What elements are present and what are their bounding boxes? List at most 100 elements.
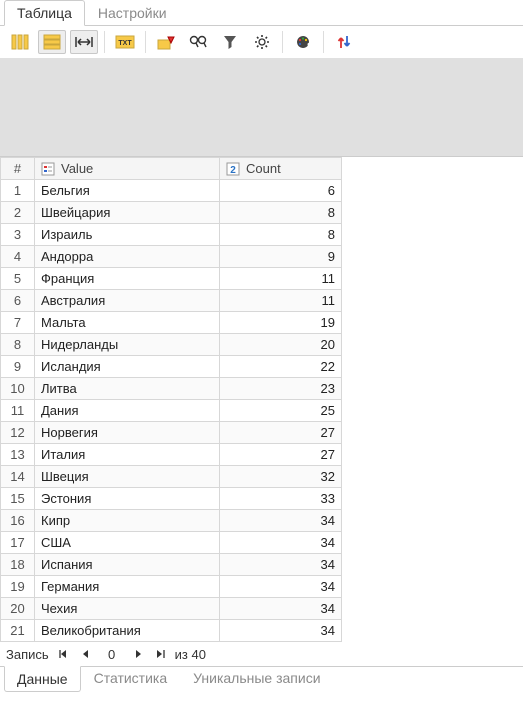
bottom-tab-unique[interactable]: Уникальные записи bbox=[180, 666, 333, 692]
string-column-icon bbox=[41, 162, 55, 176]
cell-index: 9 bbox=[1, 356, 35, 378]
header-value-label: Value bbox=[61, 161, 93, 176]
cell-value: Бельгия bbox=[35, 180, 220, 202]
pager-first-icon[interactable] bbox=[55, 646, 71, 662]
bottom-tabs: Данные Статистика Уникальные записи bbox=[0, 666, 523, 692]
change-type-icon[interactable] bbox=[152, 30, 180, 54]
cell-count: 33 bbox=[220, 488, 342, 510]
cell-count: 34 bbox=[220, 510, 342, 532]
cell-value: Исландия bbox=[35, 356, 220, 378]
table-row[interactable]: 6Австралия11 bbox=[1, 290, 342, 312]
cell-value: Норвегия bbox=[35, 422, 220, 444]
svg-text:TXT: TXT bbox=[118, 40, 132, 47]
pager-total: из 40 bbox=[175, 647, 206, 662]
cell-value: Германия bbox=[35, 576, 220, 598]
cell-value: Чехия bbox=[35, 598, 220, 620]
svg-text:2: 2 bbox=[230, 165, 236, 176]
drop-panel bbox=[0, 59, 523, 157]
table-row[interactable]: 10Литва23 bbox=[1, 378, 342, 400]
cell-index: 7 bbox=[1, 312, 35, 334]
cell-value: Испания bbox=[35, 554, 220, 576]
table-row[interactable]: 19Германия34 bbox=[1, 576, 342, 598]
cell-count: 34 bbox=[220, 598, 342, 620]
table-row[interactable]: 21Великобритания34 bbox=[1, 620, 342, 642]
table-row[interactable]: 5Франция11 bbox=[1, 268, 342, 290]
cell-index: 14 bbox=[1, 466, 35, 488]
table-row[interactable]: 8Нидерланды20 bbox=[1, 334, 342, 356]
cell-count: 34 bbox=[220, 554, 342, 576]
cell-count: 20 bbox=[220, 334, 342, 356]
pager-last-icon[interactable] bbox=[153, 646, 169, 662]
table-row[interactable]: 17США34 bbox=[1, 532, 342, 554]
table-row[interactable]: 16Кипр34 bbox=[1, 510, 342, 532]
table-row[interactable]: 15Эстония33 bbox=[1, 488, 342, 510]
filter-icon[interactable] bbox=[216, 30, 244, 54]
select-columns-icon[interactable] bbox=[6, 30, 34, 54]
cell-index: 8 bbox=[1, 334, 35, 356]
table-row[interactable]: 7Мальта19 bbox=[1, 312, 342, 334]
cell-index: 19 bbox=[1, 576, 35, 598]
top-tabs: Таблица Настройки bbox=[0, 0, 523, 26]
pager-next-icon[interactable] bbox=[131, 646, 147, 662]
bottom-tab-data[interactable]: Данные bbox=[4, 666, 81, 692]
table-row[interactable]: 18Испания34 bbox=[1, 554, 342, 576]
header-index[interactable]: # bbox=[1, 158, 35, 180]
table-row[interactable]: 14Швеция32 bbox=[1, 466, 342, 488]
cell-count: 6 bbox=[220, 180, 342, 202]
pager-prev-icon[interactable] bbox=[77, 646, 93, 662]
sort-icon[interactable] bbox=[330, 30, 358, 54]
cell-value: Израиль bbox=[35, 224, 220, 246]
cell-count: 34 bbox=[220, 576, 342, 598]
cell-count: 11 bbox=[220, 290, 342, 312]
cell-index: 6 bbox=[1, 290, 35, 312]
color-palette-icon[interactable] bbox=[289, 30, 317, 54]
cell-count: 9 bbox=[220, 246, 342, 268]
header-value[interactable]: Value bbox=[35, 158, 220, 180]
tab-settings[interactable]: Настройки bbox=[85, 0, 180, 26]
cell-index: 17 bbox=[1, 532, 35, 554]
table-row[interactable]: 2Швейцария8 bbox=[1, 202, 342, 224]
cell-count: 34 bbox=[220, 532, 342, 554]
cell-index: 12 bbox=[1, 422, 35, 444]
cell-value: Швейцария bbox=[35, 202, 220, 224]
tab-table[interactable]: Таблица bbox=[4, 0, 85, 26]
cell-value: Мальта bbox=[35, 312, 220, 334]
cell-index: 20 bbox=[1, 598, 35, 620]
cell-value: Эстония bbox=[35, 488, 220, 510]
table-row[interactable]: 9Исландия22 bbox=[1, 356, 342, 378]
cell-value: Нидерланды bbox=[35, 334, 220, 356]
cell-index: 10 bbox=[1, 378, 35, 400]
bottom-tab-stats[interactable]: Статистика bbox=[81, 666, 181, 692]
find-icon[interactable] bbox=[184, 30, 212, 54]
cell-index: 18 bbox=[1, 554, 35, 576]
table-row[interactable]: 12Норвегия27 bbox=[1, 422, 342, 444]
text-mode-icon[interactable]: TXT bbox=[111, 30, 139, 54]
cell-index: 3 bbox=[1, 224, 35, 246]
pager-current[interactable]: 0 bbox=[99, 647, 125, 662]
select-rows-icon[interactable] bbox=[38, 30, 66, 54]
cell-index: 13 bbox=[1, 444, 35, 466]
table-row[interactable]: 20Чехия34 bbox=[1, 598, 342, 620]
pager-label: Запись bbox=[6, 647, 49, 662]
cell-value: Франция bbox=[35, 268, 220, 290]
table-row[interactable]: 11Дания25 bbox=[1, 400, 342, 422]
toolbar-separator bbox=[145, 31, 146, 53]
table-row[interactable]: 1Бельгия6 bbox=[1, 180, 342, 202]
toolbar-separator bbox=[282, 31, 283, 53]
cell-count: 27 bbox=[220, 444, 342, 466]
auto-resize-icon[interactable] bbox=[70, 30, 98, 54]
cell-count: 23 bbox=[220, 378, 342, 400]
table-row[interactable]: 13Италия27 bbox=[1, 444, 342, 466]
toolbar: TXT bbox=[0, 26, 523, 59]
header-count[interactable]: 2 Count bbox=[220, 158, 342, 180]
cell-count: 8 bbox=[220, 202, 342, 224]
cell-value: США bbox=[35, 532, 220, 554]
table-row[interactable]: 4Андорра9 bbox=[1, 246, 342, 268]
cell-index: 16 bbox=[1, 510, 35, 532]
table-row[interactable]: 3Израиль8 bbox=[1, 224, 342, 246]
cell-value: Андорра bbox=[35, 246, 220, 268]
header-count-label: Count bbox=[246, 161, 281, 176]
cell-index: 21 bbox=[1, 620, 35, 642]
settings-gear-icon[interactable] bbox=[248, 30, 276, 54]
toolbar-separator bbox=[323, 31, 324, 53]
